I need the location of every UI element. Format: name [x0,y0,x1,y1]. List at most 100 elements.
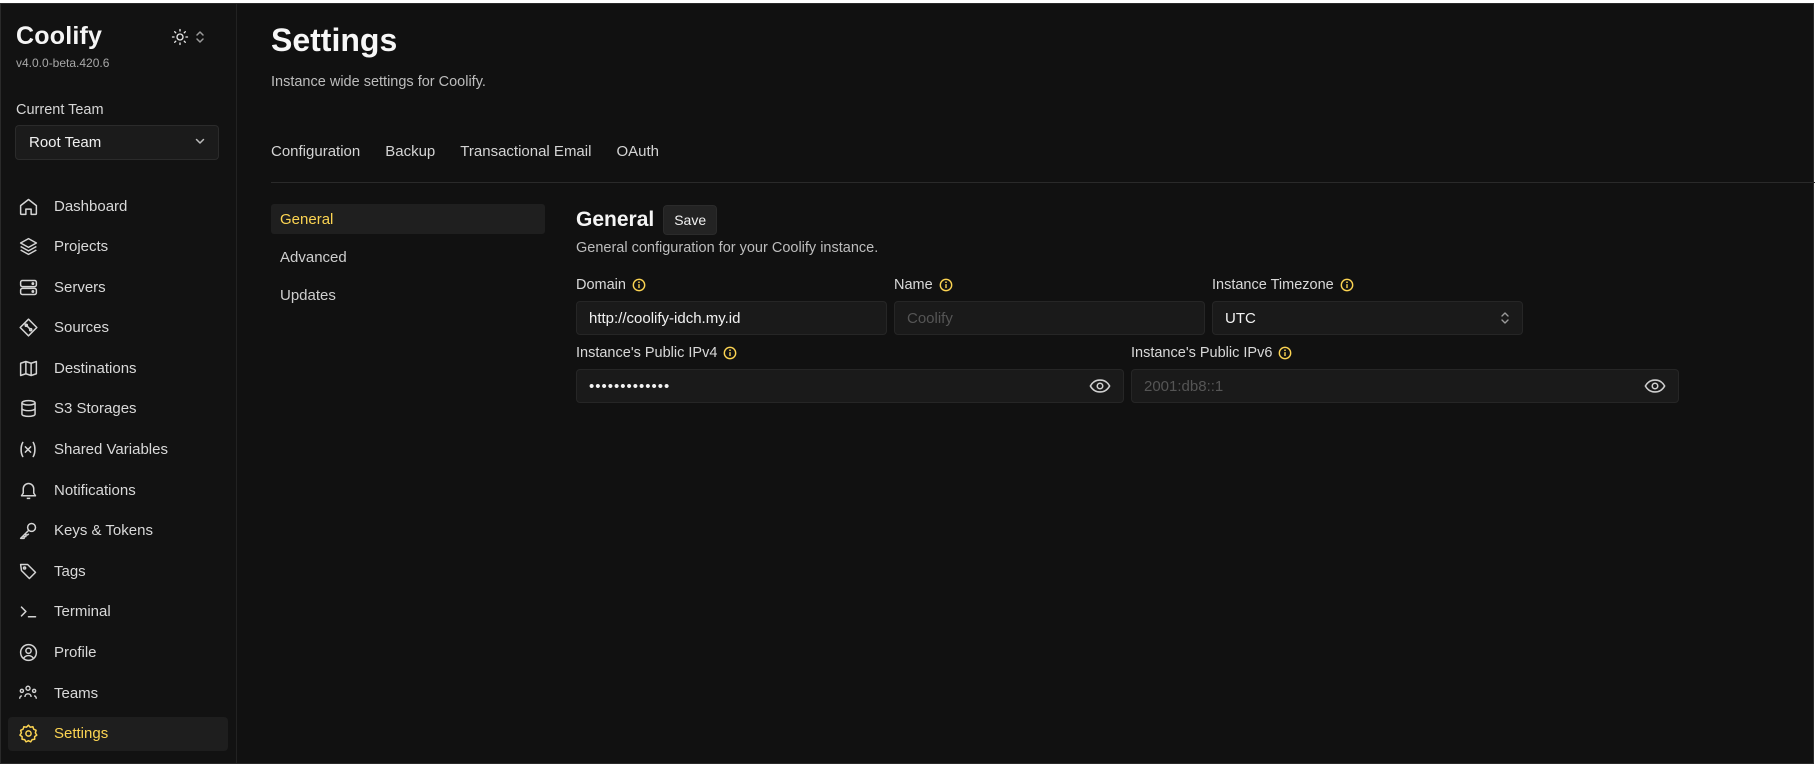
sidebar-item-notifications[interactable]: Notifications [8,473,228,507]
info-icon[interactable] [1278,346,1292,360]
brand: Coolify v4.0.0-beta.420.6 [16,22,109,70]
sidebar-item-label: Dashboard [54,197,128,215]
tag-icon [16,559,40,583]
ipv6-label-text: Instance's Public IPv6 [1131,345,1273,361]
eye-icon[interactable] [1089,378,1111,394]
sidebar-item-shared-variables[interactable]: Shared Variables [8,433,228,467]
subnav-updates[interactable]: Updates [271,280,545,310]
timezone-label-text: Instance Timezone [1212,277,1334,293]
sun-icon [171,28,189,51]
ipv6-field[interactable] [1131,369,1679,403]
sidebar-item-teams[interactable]: Teams [8,676,228,710]
timezone-value: UTC [1225,309,1256,327]
name-field[interactable] [894,301,1205,335]
sidebar-item-label: Teams [54,684,99,702]
sidebar-item-sources[interactable]: Sources [8,311,228,345]
info-icon[interactable] [939,278,953,292]
sidebar-item-terminal[interactable]: Terminal [8,595,228,629]
section-title: General [576,208,655,231]
page-title: Settings [271,22,398,58]
sidebar-item-label: Keys & Tokens [54,522,153,540]
user-circle-icon [16,641,40,665]
sidebar-item-servers[interactable]: Servers [8,270,228,304]
variable-icon [16,438,40,462]
info-icon[interactable] [1340,278,1354,292]
bell-icon [16,478,40,502]
gear-icon [16,722,40,746]
team-select-value: Root Team [29,134,102,151]
settings-tabs: Configuration Backup Transactional Email… [271,143,659,160]
sidebar-item-label: Profile [54,644,97,662]
database-icon [16,397,40,421]
info-icon[interactable] [723,346,737,360]
sidebar: Coolify v4.0.0-beta.420.6 Current Team R… [1,4,237,763]
tab-backup[interactable]: Backup [385,143,435,160]
tabs-divider [271,182,1815,183]
ipv6-input[interactable] [1144,377,1636,395]
tab-configuration[interactable]: Configuration [271,143,360,160]
sidebar-item-label: Settings [54,725,109,743]
ipv4-label-text: Instance's Public IPv4 [576,345,718,361]
home-icon [16,194,40,218]
sidebar-item-profile[interactable]: Profile [8,636,228,670]
sidebar-item-label: Destinations [54,359,137,377]
info-icon[interactable] [632,278,646,292]
sidebar-item-label: Shared Variables [54,441,168,459]
users-icon [16,681,40,705]
page-subtitle: Instance wide settings for Coolify. [271,74,486,90]
sidebar-nav: Dashboard Projects Servers Sources Desti… [8,189,228,757]
chevron-down-icon [194,134,206,151]
terminal-icon [16,600,40,624]
chevron-updown-icon [195,30,205,49]
timezone-label: Instance Timezone [1212,277,1354,293]
app-version: v4.0.0-beta.420.6 [16,56,110,70]
timezone-select[interactable]: UTC [1212,301,1523,335]
sidebar-item-label: Notifications [54,481,136,499]
sidebar-item-label: Sources [54,319,110,337]
ipv6-label: Instance's Public IPv6 [1131,345,1292,361]
server-icon [16,275,40,299]
app-name: Coolify [16,22,103,50]
main-content: Settings Instance wide settings for Cool… [237,4,1815,763]
eye-icon[interactable] [1644,378,1666,394]
ipv4-field[interactable] [576,369,1124,403]
sidebar-item-label: Projects [54,238,109,256]
layers-icon [16,235,40,259]
domain-label-text: Domain [576,277,626,293]
save-button[interactable]: Save [663,205,718,235]
domain-field[interactable] [576,301,887,335]
ipv4-label: Instance's Public IPv4 [576,345,737,361]
domain-label: Domain [576,277,646,293]
tab-transactional-email[interactable]: Transactional Email [460,143,591,160]
git-icon [16,316,40,340]
sidebar-item-label: Servers [54,278,106,296]
sidebar-item-label: Tags [54,562,86,580]
sidebar-item-label: S3 Storages [54,400,137,418]
map-icon [16,356,40,380]
ipv4-input[interactable] [589,377,1081,395]
tab-oauth[interactable]: OAuth [616,143,659,160]
sidebar-item-settings[interactable]: Settings [8,716,228,751]
sidebar-item-label: Terminal [54,603,111,621]
settings-subnav: General Advanced Updates [271,204,545,318]
name-input[interactable] [907,309,1192,327]
app-window: Coolify v4.0.0-beta.420.6 Current Team R… [0,3,1815,764]
name-label: Name [894,277,953,293]
chevron-updown-icon [1500,311,1510,325]
key-icon [16,519,40,543]
section-header: General Save [576,205,718,235]
sidebar-item-s3-storages[interactable]: S3 Storages [8,392,228,426]
domain-input[interactable] [589,309,874,327]
sidebar-item-projects[interactable]: Projects [8,230,228,264]
subnav-advanced[interactable]: Advanced [271,242,545,272]
sidebar-item-dashboard[interactable]: Dashboard [8,189,228,223]
subnav-general[interactable]: General [271,204,545,234]
sidebar-item-tags[interactable]: Tags [8,554,228,588]
sidebar-item-keys-tokens[interactable]: Keys & Tokens [8,514,228,548]
theme-toggle[interactable] [171,28,205,51]
section-description: General configuration for your Coolify i… [576,240,879,256]
name-label-text: Name [894,277,933,293]
sidebar-item-destinations[interactable]: Destinations [8,351,228,385]
current-team-label: Current Team [16,102,104,118]
team-select[interactable]: Root Team [15,125,219,160]
